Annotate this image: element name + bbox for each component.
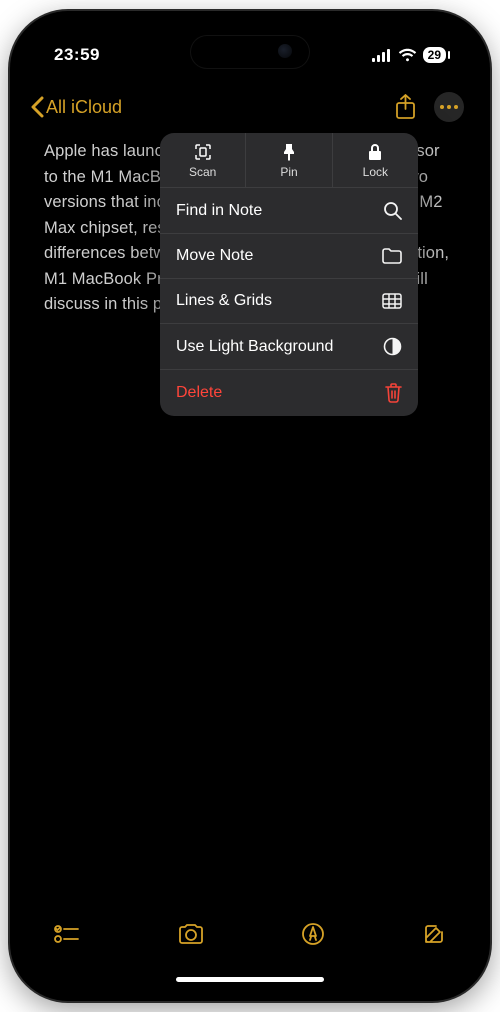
menu-action-pin[interactable]: Pin [245,133,331,187]
back-label: All iCloud [46,97,122,118]
battery-indicator: 29 [423,47,446,63]
grid-icon [382,293,402,309]
dynamic-island [190,35,310,69]
contrast-icon [383,337,402,356]
lock-icon [368,143,382,161]
search-icon [383,201,402,220]
menu-item-label: Use Light Background [176,338,333,356]
cellular-icon [372,49,392,62]
camera-button[interactable] [177,923,205,945]
home-indicator[interactable] [176,977,324,982]
chevron-left-icon [30,96,44,118]
context-menu: Scan Pin Lock Find in Note [160,133,418,416]
menu-action-label: Lock [333,165,418,179]
status-indicators: 29 [372,47,446,63]
share-button[interactable] [395,94,416,120]
menu-item-lines-grids[interactable]: Lines & Grids [160,279,418,324]
bottom-toolbar [20,907,480,961]
menu-item-find[interactable]: Find in Note [160,188,418,234]
menu-item-light-background[interactable]: Use Light Background [160,324,418,370]
wifi-icon [398,48,417,62]
markup-button[interactable] [301,922,325,946]
menu-item-label: Lines & Grids [176,292,272,310]
menu-item-label: Move Note [176,247,253,265]
compose-button[interactable] [422,922,446,946]
menu-item-delete[interactable]: Delete [160,370,418,416]
menu-action-lock[interactable]: Lock [332,133,418,187]
menu-action-label: Pin [246,165,331,179]
menu-action-label: Scan [160,165,245,179]
back-button[interactable]: All iCloud [30,96,122,118]
menu-item-label: Delete [176,384,222,402]
menu-item-move[interactable]: Move Note [160,234,418,279]
pin-icon [281,143,297,161]
trash-icon [385,383,402,403]
menu-item-label: Find in Note [176,202,262,220]
scan-icon [194,143,212,161]
nav-bar: All iCloud [20,85,480,129]
menu-action-scan[interactable]: Scan [160,133,245,187]
more-button[interactable] [434,92,464,122]
folder-icon [382,248,402,264]
ellipsis-icon [440,105,458,109]
status-time: 23:59 [54,45,100,65]
checklist-button[interactable] [54,924,80,944]
